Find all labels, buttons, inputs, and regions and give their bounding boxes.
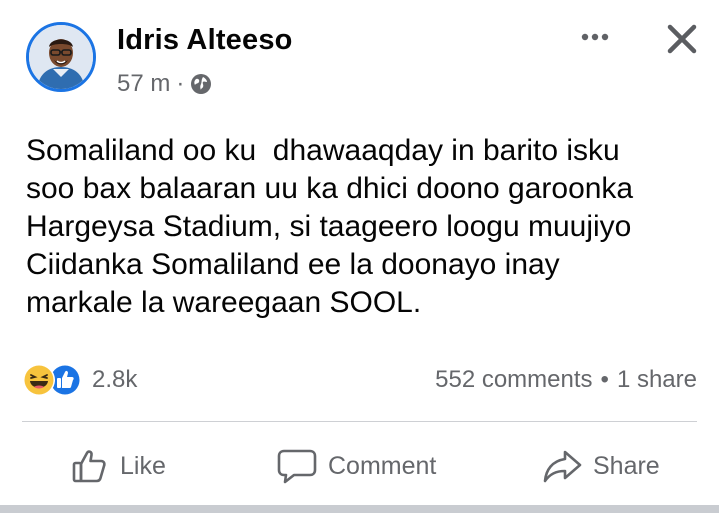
share-button[interactable]: Share — [541, 438, 660, 494]
post-header: Idris Alteeso 57 m · — [0, 0, 719, 120]
meta-separator: · — [176, 70, 185, 97]
close-icon[interactable] — [665, 22, 699, 56]
engagement-counts: 552 comments • 1 share — [435, 366, 697, 394]
author-name[interactable]: Idris Alteeso — [117, 24, 293, 57]
post-stats: 2.8k 552 comments • 1 share — [0, 360, 719, 404]
more-options-icon[interactable] — [578, 22, 612, 52]
feed-separator — [0, 505, 719, 513]
comment-button[interactable]: Comment — [276, 438, 436, 494]
like-label: Like — [120, 451, 166, 480]
comment-bubble-icon — [276, 446, 318, 486]
thumbs-up-icon — [70, 446, 110, 486]
avatar-image — [29, 25, 93, 89]
divider — [22, 421, 697, 422]
globe-icon[interactable] — [190, 73, 212, 95]
shares-count[interactable]: 1 share — [617, 366, 697, 394]
post-text: Somaliland oo ku dhawaaqday in barito is… — [26, 134, 634, 319]
comments-count[interactable]: 552 comments — [435, 366, 592, 394]
share-arrow-icon — [541, 446, 583, 486]
comment-label: Comment — [328, 451, 437, 480]
post-meta: 57 m · — [117, 70, 212, 98]
share-label: Share — [593, 451, 660, 480]
reactions-summary[interactable] — [22, 362, 82, 398]
reaction-count[interactable]: 2.8k — [92, 366, 137, 394]
haha-reaction-icon — [22, 363, 56, 397]
post-time[interactable]: 57 m — [117, 70, 170, 98]
action-bar: Like Comment Share — [0, 438, 719, 494]
stats-dot: • — [600, 366, 609, 393]
like-button[interactable]: Like — [70, 438, 166, 494]
avatar[interactable] — [26, 22, 96, 92]
